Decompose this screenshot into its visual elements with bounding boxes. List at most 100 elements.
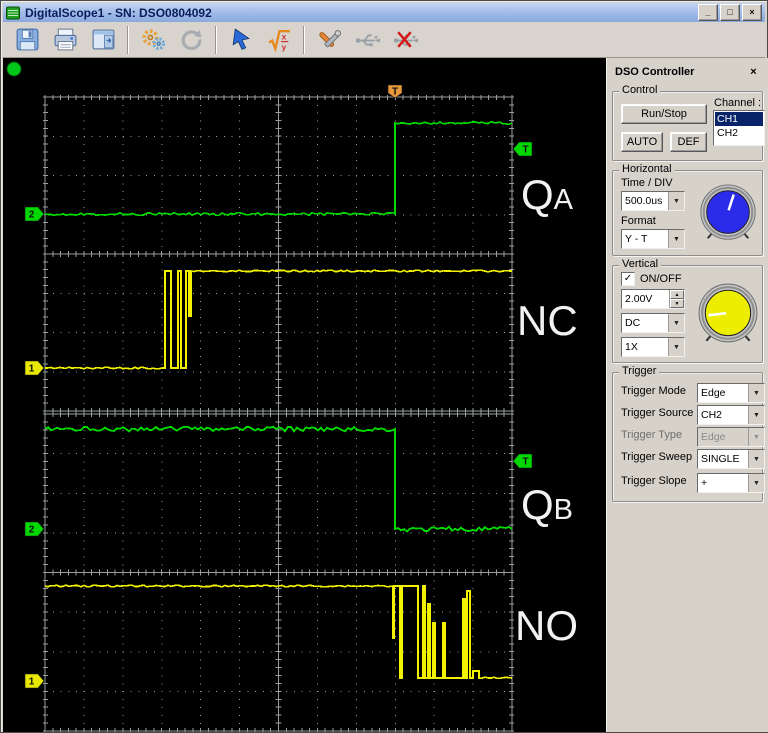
trigger-mode-label: Trigger Mode bbox=[621, 385, 687, 397]
channel-1-marker[interactable]: 1 bbox=[24, 360, 45, 376]
check-icon: ✓ bbox=[623, 273, 633, 284]
trigger-type-label: Trigger Type bbox=[621, 429, 683, 441]
horizontal-group-label: Horizontal bbox=[619, 163, 675, 175]
horizontal-knob[interactable] bbox=[697, 183, 759, 245]
chevron-down-icon[interactable]: ▼ bbox=[668, 192, 684, 210]
toolbar-separator bbox=[127, 25, 129, 54]
settings-button[interactable] bbox=[135, 24, 171, 55]
channel-2-marker[interactable]: 2 bbox=[24, 521, 45, 537]
usb-disconnect-button[interactable] bbox=[387, 24, 423, 55]
channel-item-ch1[interactable]: CH1 bbox=[715, 112, 763, 126]
onoff-checkbox[interactable]: ✓ bbox=[621, 272, 635, 286]
chevron-down-icon[interactable]: ▼ bbox=[748, 450, 764, 468]
vertical-group: Vertical ✓ ON/OFF 2.00V ▲ ▼ DC ▼ 1X ▼ bbox=[612, 258, 763, 363]
trigger-source-label: Trigger Source bbox=[621, 407, 694, 419]
graticule-0 bbox=[43, 95, 514, 413]
trigger-sweep-select[interactable]: SINGLE ▼ bbox=[697, 449, 765, 469]
dso-controller-panel: DSO Controller × Control Run/Stop Channe… bbox=[606, 58, 768, 732]
chevron-down-icon[interactable]: ▼ bbox=[748, 406, 764, 424]
maximize-icon: □ bbox=[727, 7, 733, 17]
spin-down-icon[interactable]: ▼ bbox=[670, 299, 684, 308]
app-icon bbox=[6, 6, 20, 19]
print-icon bbox=[52, 26, 79, 53]
layout-icon bbox=[90, 26, 117, 53]
coupling-select[interactable]: DC ▼ bbox=[621, 313, 685, 333]
time-div-label: Time / DIV bbox=[621, 177, 673, 189]
trigger-group-label: Trigger bbox=[619, 365, 660, 377]
close-button[interactable]: × bbox=[742, 4, 762, 21]
chevron-down-icon[interactable]: ▼ bbox=[668, 338, 684, 356]
panel-title: DSO Controller bbox=[615, 65, 695, 78]
cursor-button[interactable] bbox=[223, 24, 259, 55]
trigger-mode-select[interactable]: Edge ▼ bbox=[697, 383, 765, 403]
channel-list[interactable]: CH1 CH2 bbox=[713, 110, 765, 146]
chevron-down-icon[interactable]: ▼ bbox=[668, 314, 684, 332]
tools-icon bbox=[316, 26, 343, 53]
trigger-group: Trigger Trigger Mode Edge ▼ Trigger Sour… bbox=[612, 365, 765, 502]
volt-stepper[interactable]: 2.00V ▲ ▼ bbox=[621, 289, 685, 309]
app-window: DigitalScope1 - SN: DSO0804092 _ □ × 2 1… bbox=[0, 0, 768, 733]
svg-text:T: T bbox=[392, 87, 398, 98]
panel-header[interactable]: DSO Controller × bbox=[607, 58, 768, 82]
channel-1-marker[interactable]: 1 bbox=[24, 673, 45, 689]
auto-button[interactable]: AUTO bbox=[621, 132, 663, 152]
svg-text:2: 2 bbox=[29, 525, 35, 536]
probe-select[interactable]: 1X ▼ bbox=[621, 337, 685, 357]
refresh-icon bbox=[178, 26, 205, 53]
chevron-down-icon[interactable]: ▼ bbox=[668, 230, 684, 248]
trigger-source-select[interactable]: CH2 ▼ bbox=[697, 405, 765, 425]
vertical-group-label: Vertical bbox=[619, 258, 662, 270]
panel-close-button[interactable]: × bbox=[745, 65, 762, 79]
trigger-type-select: Edge ▼ bbox=[697, 427, 765, 447]
control-group: Control Run/Stop Channel : CH1 CH2 AUTO D… bbox=[612, 84, 765, 161]
channel-label: Channel : bbox=[714, 97, 762, 109]
control-group-label: Control bbox=[619, 84, 661, 96]
status-led bbox=[6, 61, 22, 77]
scope-display: 2 1 T T 2 1 T QA NC QB NO bbox=[3, 58, 606, 732]
channel-item-ch2[interactable]: CH2 bbox=[715, 126, 763, 140]
refresh-button[interactable] bbox=[173, 24, 209, 55]
chevron-down-icon: ▼ bbox=[748, 428, 764, 446]
save-button[interactable] bbox=[9, 24, 45, 55]
minimize-icon: _ bbox=[705, 7, 711, 17]
toolbar-separator bbox=[215, 25, 217, 54]
trigger-sweep-label: Trigger Sweep bbox=[621, 451, 693, 463]
maximize-button[interactable]: □ bbox=[720, 4, 740, 21]
svg-text:1: 1 bbox=[29, 677, 35, 688]
run-stop-button[interactable]: Run/Stop bbox=[621, 104, 707, 124]
onoff-label: ON/OFF bbox=[640, 273, 682, 285]
toolbar-separator bbox=[303, 25, 305, 54]
svg-text:T: T bbox=[522, 457, 528, 468]
trigger-position-marker[interactable]: T bbox=[387, 84, 403, 99]
tools-button[interactable] bbox=[311, 24, 347, 55]
scope-label-qb: QB bbox=[521, 481, 573, 528]
vertical-knob[interactable] bbox=[695, 282, 761, 348]
window-title: DigitalScope1 - SN: DSO0804092 bbox=[25, 5, 212, 20]
trigger-slope-select[interactable]: + ▼ bbox=[697, 473, 765, 493]
format-select[interactable]: Y - T ▼ bbox=[621, 229, 685, 249]
svg-text:1: 1 bbox=[29, 364, 35, 375]
scope-label-nc: NC bbox=[517, 297, 578, 344]
minimize-button[interactable]: _ bbox=[698, 4, 718, 21]
usb-disconnect-icon bbox=[392, 26, 419, 53]
usb-connect-icon bbox=[354, 26, 381, 53]
spin-up-icon[interactable]: ▲ bbox=[670, 290, 684, 299]
settings-icon bbox=[140, 26, 167, 53]
trigger-slope-label: Trigger Slope bbox=[621, 475, 687, 487]
svg-text:2: 2 bbox=[29, 210, 35, 221]
print-button[interactable] bbox=[47, 24, 83, 55]
chevron-down-icon[interactable]: ▼ bbox=[748, 384, 764, 402]
measure-button[interactable] bbox=[261, 24, 297, 55]
usb-connect-button[interactable] bbox=[349, 24, 385, 55]
graticule-1 bbox=[43, 412, 514, 732]
trigger-level-marker[interactable]: T bbox=[512, 453, 533, 469]
channel-2-marker[interactable]: 2 bbox=[24, 206, 45, 222]
format-label: Format bbox=[621, 215, 656, 227]
layout-button[interactable] bbox=[85, 24, 121, 55]
def-button[interactable]: DEF bbox=[670, 132, 707, 152]
chevron-down-icon[interactable]: ▼ bbox=[748, 474, 764, 492]
measure-icon bbox=[266, 26, 293, 53]
time-div-select[interactable]: 500.0us ▼ bbox=[621, 191, 685, 211]
title-bar[interactable]: DigitalScope1 - SN: DSO0804092 _ □ × bbox=[3, 3, 765, 23]
trigger-level-marker[interactable]: T bbox=[512, 141, 533, 157]
